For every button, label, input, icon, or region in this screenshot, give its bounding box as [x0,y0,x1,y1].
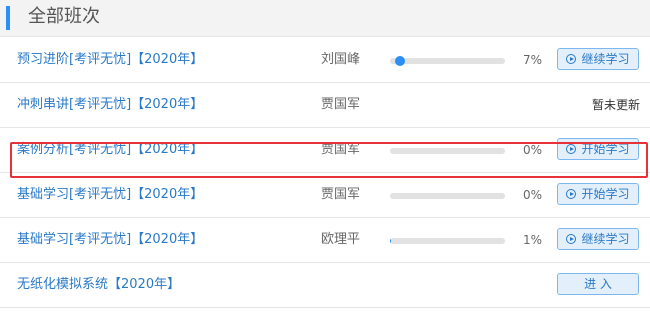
progress-bar [390,148,505,154]
button-label: 继续学习 [581,52,630,66]
course-row: 无纸化模拟系统【2020年】 进 入 [0,263,650,308]
course-name-link[interactable]: 预习进阶[考评无忧]【2020年】 [17,50,203,70]
progress-bar [390,56,505,66]
course-row: 预习进阶[考评无忧]【2020年】 刘国峰 7% 继续学习 [0,38,650,83]
progress-bar [390,193,505,199]
progress-fill [395,56,406,66]
progress-percent: 0% [522,143,542,157]
continue-study-button[interactable]: 继续学习 [557,228,639,250]
course-name-link[interactable]: 基础学习[考评无忧]【2020年】 [17,230,203,250]
play-circle-icon [566,54,577,64]
course-name-link[interactable]: 案例分析[考评无忧]【2020年】 [17,140,203,160]
button-label: 开始学习 [581,187,630,201]
play-circle-icon [566,144,577,154]
course-name-link[interactable]: 基础学习[考评无忧]【2020年】 [17,185,203,205]
progress-percent: 7% [522,53,542,67]
enter-button[interactable]: 进 入 [557,273,639,295]
button-label: 开始学习 [581,142,630,156]
progress-bar [390,238,505,244]
teacher-name: 贾国军 [321,97,361,112]
teacher-name: 贾国军 [321,142,361,157]
play-circle-icon [566,189,577,199]
course-name-link[interactable]: 无纸化模拟系统【2020年】 [17,275,180,295]
progress-fill [390,238,392,244]
header-accent-bar [6,6,10,30]
teacher-name: 贾国军 [321,187,361,202]
course-row: 基础学习[考评无忧]【2020年】 欧理平 1% 继续学习 [0,218,650,263]
course-row: 冲刺串讲[考评无忧]【2020年】 贾国军 暂未更新 [0,83,650,128]
continue-study-button[interactable]: 继续学习 [557,48,639,70]
course-row: 基础学习[考评无忧]【2020年】 贾国军 0% 开始学习 [0,173,650,218]
progress-percent: 1% [522,233,542,247]
play-circle-icon [566,234,577,244]
page-header: 全部班次 [0,0,650,37]
start-study-button[interactable]: 开始学习 [557,138,639,160]
page-title: 全部班次 [28,6,100,27]
teacher-name: 欧理平 [321,232,361,247]
start-study-button[interactable]: 开始学习 [557,183,639,205]
status-note: 暂未更新 [591,98,640,112]
button-label: 进 入 [584,277,612,291]
teacher-name: 刘国峰 [321,52,361,67]
progress-percent: 0% [522,188,542,202]
course-name-link[interactable]: 冲刺串讲[考评无忧]【2020年】 [17,95,203,115]
course-row: 案例分析[考评无忧]【2020年】 贾国军 0% 开始学习 [0,128,650,173]
button-label: 继续学习 [581,232,630,246]
